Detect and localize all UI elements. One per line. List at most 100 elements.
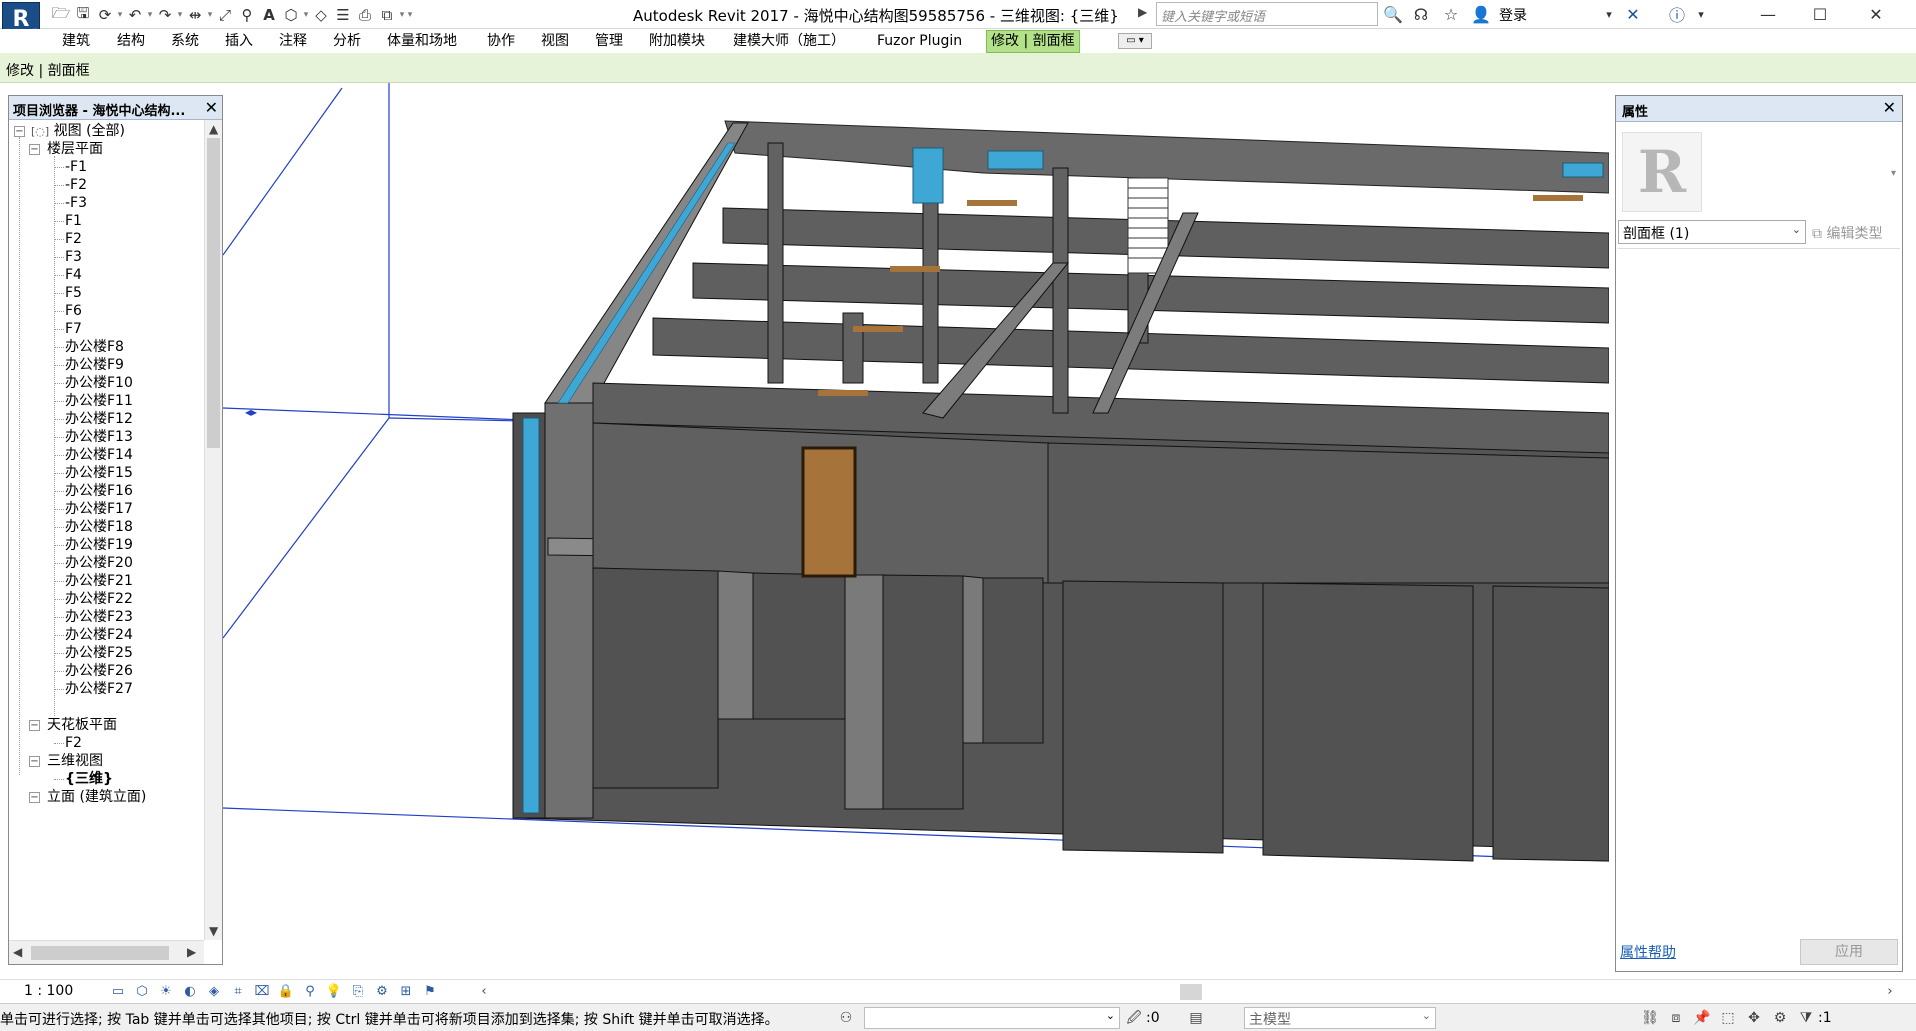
collapse-icon[interactable]: − (29, 756, 40, 767)
select-by-face-icon[interactable]: ⬚ (1718, 1008, 1738, 1028)
tree-node-ceiling-plans[interactable]: 天花板平面 (47, 714, 117, 736)
edit-type-button[interactable]: ⧉ 编辑类型 (1812, 223, 1882, 243)
search-input[interactable]: 键入关键字或短语 (1156, 2, 1378, 26)
section-icon[interactable]: ◇ (310, 4, 332, 26)
help-icon[interactable]: ⓘ (1666, 3, 1688, 25)
properties-help-link[interactable]: 属性帮助 (1620, 942, 1676, 962)
tab-annotate[interactable]: 注释 (279, 31, 307, 52)
apply-button[interactable]: 应用 (1800, 939, 1898, 965)
switch-windows-icon[interactable]: ⧉ (376, 4, 398, 26)
select-links-icon[interactable]: ⛓ (1640, 1008, 1660, 1028)
scroll-right-icon[interactable]: › (1880, 982, 1900, 1002)
analytical-model-icon[interactable]: ⚙ (372, 982, 392, 1002)
filter-icon[interactable]: ⧩ (1796, 1008, 1816, 1028)
tab-analyze[interactable]: 分析 (333, 31, 361, 52)
tab-fuzor-plugin[interactable]: Fuzor Plugin (877, 31, 962, 52)
visual-style-icon[interactable]: ⬡ (132, 982, 152, 1002)
scrollbar-thumb[interactable] (31, 946, 169, 960)
sync-icon[interactable]: ⟳ (94, 4, 116, 26)
collapse-icon[interactable]: − (29, 144, 40, 155)
tab-view[interactable]: 视图 (541, 31, 569, 52)
highlight-displacement-icon[interactable]: ⊞ (396, 982, 416, 1002)
design-option-dropdown[interactable]: 主模型 ⌄ (1244, 1007, 1436, 1029)
tab-modify-section-box[interactable]: 修改 | 剖面框 (986, 30, 1080, 53)
temporary-view-properties-icon[interactable]: ⎘ (348, 982, 368, 1002)
customize-qat-icon[interactable]: ▾ (406, 10, 414, 20)
tab-collaborate[interactable]: 协作 (487, 31, 515, 52)
undo-icon[interactable]: ↶ (124, 4, 146, 26)
drag-elements-icon[interactable]: ✥ (1744, 1008, 1764, 1028)
measure-icon[interactable]: ⇹ (184, 4, 206, 26)
type-selector-dropdown-icon[interactable]: ▾ (1891, 168, 1896, 179)
scroll-up-icon[interactable]: ▲ (209, 122, 218, 136)
lock-3d-view-icon[interactable]: 🔒 (276, 982, 296, 1002)
detail-level-icon[interactable]: ▭ (108, 982, 128, 1002)
close-icon[interactable]: ✕ (1883, 98, 1896, 117)
select-pinned-icon[interactable]: 📌 (1692, 1008, 1712, 1028)
exchange-apps-icon[interactable]: ✕ (1622, 3, 1644, 25)
tab-systems[interactable]: 系统 (171, 31, 199, 52)
collapse-icon[interactable]: − (29, 720, 40, 731)
scroll-down-icon[interactable]: ▼ (209, 924, 218, 938)
scroll-left-icon[interactable]: ‹ (474, 982, 494, 1002)
text-icon[interactable]: A (258, 4, 280, 26)
project-browser-horizontal-scrollbar[interactable]: ◀ ▶ (9, 940, 204, 964)
3d-view-icon[interactable]: ⬡ (280, 4, 302, 26)
tab-manage[interactable]: 管理 (595, 31, 623, 52)
dropdown-arrow-icon[interactable]: ▾ (206, 10, 214, 20)
editing-requests-icon[interactable]: 🖉 (1124, 1008, 1144, 1028)
crop-view-icon[interactable]: ⌗ (228, 982, 248, 1002)
rendering-icon[interactable]: ◈ (204, 982, 224, 1002)
tab-massing-site[interactable]: 体量和场地 (387, 31, 457, 52)
instance-selector[interactable]: 剖面框 (1) ⌄ (1618, 220, 1806, 244)
tab-structure[interactable]: 结构 (117, 31, 145, 52)
scroll-left-icon[interactable]: ◀ (13, 945, 22, 959)
user-icon[interactable]: 👤 (1470, 3, 1492, 25)
login-dropdown-icon[interactable]: ▾ (1598, 3, 1620, 25)
ribbon-minimize-button[interactable]: ▭ ▾ (1118, 33, 1152, 49)
tab-insert[interactable]: 插入 (225, 31, 253, 52)
search-binoculars-icon[interactable]: 🔍 (1382, 3, 1404, 25)
dropdown-arrow-icon[interactable]: ▾ (302, 10, 310, 20)
tab-modeling-master[interactable]: 建模大师（施工） (733, 31, 845, 52)
temporary-hide-icon[interactable]: ⚲ (300, 982, 320, 1002)
workset-dropdown[interactable]: ⌄ (864, 1007, 1120, 1029)
open-icon[interactable]: 🗁 (50, 4, 72, 26)
thin-lines-icon[interactable]: ☰ (332, 4, 354, 26)
viewport-horizontal-scrollbar[interactable] (510, 983, 1900, 1001)
minimize-icon[interactable]: — (1744, 0, 1792, 29)
tree-node-elevations[interactable]: 立面 (建筑立面) (47, 786, 146, 808)
tag-icon[interactable]: ⚲ (236, 4, 258, 26)
show-crop-region-icon[interactable]: ⌧ (252, 982, 272, 1002)
tab-architecture[interactable]: 建筑 (62, 31, 90, 52)
favorites-star-icon[interactable]: ☆ (1440, 3, 1462, 25)
login-button[interactable]: 登录 (1499, 5, 1527, 25)
subscription-icon[interactable]: ☊ (1410, 3, 1432, 25)
collapse-icon[interactable]: − (14, 126, 25, 137)
tree-node-floor-plan[interactable]: 办公楼F27 (65, 678, 133, 700)
close-hidden-icon[interactable]: ⎙ (354, 4, 376, 26)
dropdown-arrow-icon[interactable]: ▾ (176, 10, 184, 20)
select-underlay-icon[interactable]: ⧈ (1666, 1008, 1686, 1028)
redo-icon[interactable]: ↷ (154, 4, 176, 26)
scroll-right-icon[interactable]: ▶ (187, 945, 196, 959)
close-icon[interactable]: ✕ (1852, 0, 1900, 29)
collapse-icon[interactable]: − (29, 792, 40, 803)
sun-path-icon[interactable]: ☀ (156, 982, 176, 1002)
maximize-icon[interactable]: ☐ (1796, 0, 1844, 29)
scrollbar-thumb[interactable] (207, 138, 220, 448)
save-icon[interactable]: 🖫 (72, 4, 94, 26)
3d-viewport[interactable]: ◂▸ (223, 83, 1609, 981)
dropdown-arrow-icon[interactable]: ▾ (398, 10, 406, 20)
design-options-icon[interactable]: ▤ (1186, 1008, 1206, 1028)
expand-search-icon[interactable]: ▶ (1138, 5, 1147, 19)
worksets-icon[interactable]: ⚇ (836, 1008, 856, 1028)
reveal-constraints-icon[interactable]: ⚑ (420, 982, 440, 1002)
project-browser-vertical-scrollbar[interactable]: ▲ ▼ (204, 120, 222, 940)
reveal-hidden-icon[interactable]: 💡 (324, 982, 344, 1002)
background-processes-icon[interactable]: ⚙ (1770, 1008, 1790, 1028)
dropdown-arrow-icon[interactable]: ▾ (116, 10, 124, 20)
scrollbar-thumb[interactable] (1180, 984, 1202, 1000)
view-scale[interactable]: 1 : 100 (24, 983, 73, 999)
close-icon[interactable]: ✕ (205, 98, 218, 117)
